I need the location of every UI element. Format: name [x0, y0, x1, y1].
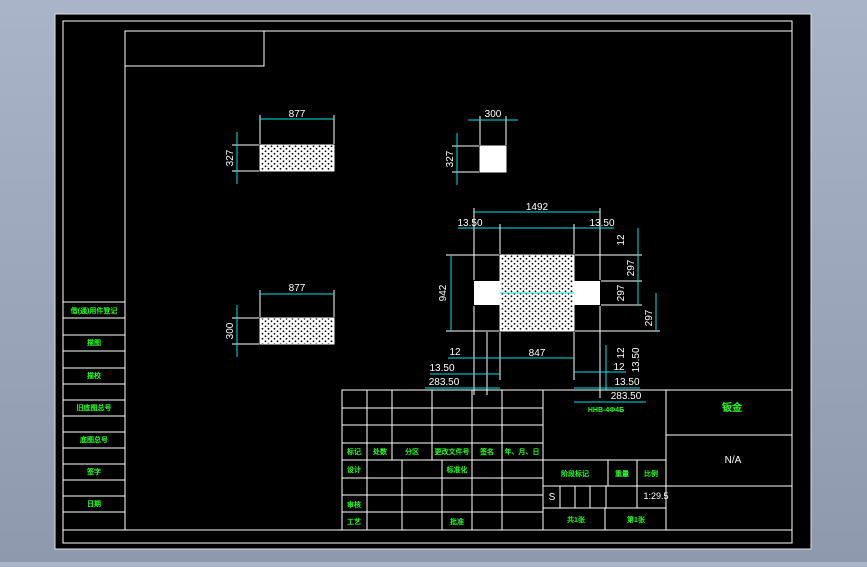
sheet-background: [54, 13, 812, 550]
tb-sheet-no: 第1张: [627, 515, 646, 524]
assembly-lower-right-dim-13-50: 13.50: [631, 347, 642, 372]
part-1-height-dim: 327: [225, 149, 236, 166]
part-3-height-dim: 300: [225, 322, 236, 339]
assembly-bottom-right-dim-12: 12: [613, 362, 625, 373]
tb-stage-mark: 阶段标记: [561, 469, 589, 478]
tb-company: 钣金: [722, 401, 743, 414]
assembly-lower-left-dim-13-50: 13.50: [429, 363, 454, 374]
side-label-old-no: 旧底图总号: [77, 403, 112, 412]
side-label-date: 日期: [87, 499, 101, 508]
assembly-left-wing[interactable]: [474, 281, 500, 305]
cad-window: 借(通)用件登记 描图 描校 旧底图总号 底图总号 签字 日期 877 327 …: [0, 0, 867, 562]
assembly-right-offset-dim: 13.50: [589, 218, 614, 229]
tb-col-count: 处数: [372, 447, 388, 456]
assembly-right-dim-297-b: 297: [616, 284, 627, 301]
assembly-overall-width-dim: 1492: [526, 202, 549, 213]
assembly-right-dim-297-c: 297: [644, 309, 655, 326]
assembly-bottom-right-dim-13-50: 13.50: [614, 377, 639, 388]
assembly-lower-left-dim-283-50: 283.50: [429, 377, 460, 388]
assembly-bottom-right-dim-283-50: 283.50: [611, 391, 642, 402]
tb-row-design: 设计: [347, 465, 361, 474]
part-3-perforated-plate[interactable]: [259, 317, 335, 345]
assembly-left-offset-dim: 13.50: [457, 218, 482, 229]
part-2-plate[interactable]: [479, 145, 507, 173]
assembly-right-wing[interactable]: [574, 281, 600, 305]
side-label-borrow: 借(通)用件登记: [70, 306, 118, 315]
assembly-right-dim-12: 12: [616, 234, 627, 246]
tb-col-change-doc: 更改文件号: [435, 447, 470, 456]
assembly-lower-right-dim-12: 12: [616, 347, 627, 359]
tb-material: N/A: [725, 455, 742, 466]
tb-approve: 批准: [450, 517, 464, 526]
side-label-base-no: 底图总号: [80, 435, 108, 444]
part-1-perforated-plate[interactable]: [259, 144, 335, 172]
assembly-lower-left-dim-12: 12: [449, 347, 461, 358]
part-2-width-dim: 300: [485, 109, 502, 120]
side-label-check: 描校: [87, 371, 102, 380]
side-label-sign: 签字: [86, 467, 101, 476]
tb-weight-label: 重量: [615, 469, 629, 478]
side-label-trace: 描图: [87, 338, 101, 347]
assembly-height-dim: 942: [438, 284, 449, 301]
tb-scale-label: 比例: [644, 469, 658, 478]
tb-row-review: 审核: [347, 500, 361, 509]
tb-standardize: 标准化: [446, 465, 468, 474]
tb-col-sign: 签名: [479, 447, 494, 456]
part-3-width-dim: 877: [289, 283, 306, 294]
tb-sheet-total: 共1张: [567, 515, 586, 524]
tb-col-mark: 标记: [346, 447, 361, 456]
part-1-width-dim: 877: [289, 109, 306, 120]
part-2-height-dim: 327: [445, 150, 456, 167]
tb-weight-value: 1:29.5: [643, 491, 668, 501]
tb-col-date: 年、月、日: [505, 447, 540, 456]
tb-col-zone: 分区: [405, 447, 419, 456]
tb-scale-left: S: [549, 492, 556, 503]
assembly-inner-width-dim: 847: [529, 348, 546, 359]
assembly-part-label: ННВ-4Ф4Б: [588, 407, 624, 414]
drawing-canvas[interactable]: 借(通)用件登记 描图 描校 旧底图总号 底图总号 签字 日期 877 327 …: [0, 0, 867, 562]
tb-row-process: 工艺: [347, 517, 361, 526]
assembly-right-dim-297-a: 297: [626, 259, 637, 276]
